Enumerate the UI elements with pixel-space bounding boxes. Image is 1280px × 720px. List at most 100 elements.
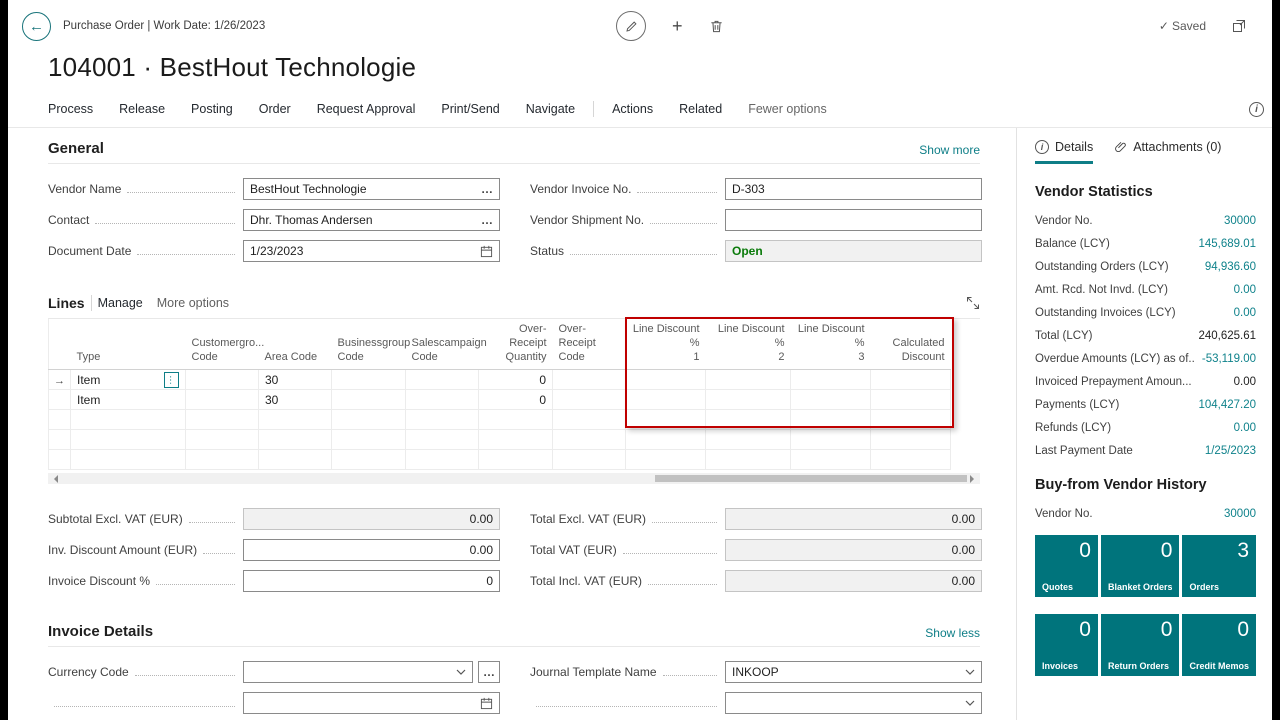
cell-calculated-discount[interactable] <box>870 389 951 411</box>
col-calculated-discount[interactable]: Calculated Discount <box>870 319 951 371</box>
row-menu-button[interactable]: … <box>164 371 179 388</box>
row-selector[interactable] <box>48 389 71 411</box>
cell-businessgroup[interactable] <box>331 389 406 411</box>
cell-salescampaign[interactable] <box>405 389 479 411</box>
stat-value-link[interactable]: -53,119.00 <box>1202 353 1256 365</box>
stat-value-link[interactable]: 30000 <box>1224 215 1256 227</box>
col-businessgroup-code[interactable]: Businessgroup Code <box>331 319 410 371</box>
history-vendor-no-link[interactable]: 30000 <box>1224 508 1256 520</box>
vendor-name-input[interactable]: BestHout Technologie … <box>243 178 500 200</box>
document-date-input[interactable]: 1/23/2023 <box>243 240 500 262</box>
tab-attachments[interactable]: Attachments (0) <box>1115 140 1221 164</box>
cell-over-receipt-code[interactable] <box>552 369 626 391</box>
col-line-discount-2[interactable]: Line Discount % 2 <box>705 319 791 371</box>
menu-request-approval[interactable]: Request Approval <box>317 102 416 116</box>
lines-horizontal-scrollbar[interactable] <box>48 473 980 485</box>
cell-over-receipt-qty[interactable]: 0 <box>478 369 553 391</box>
cell-customergroup[interactable] <box>185 369 259 391</box>
col-over-receipt-quantity[interactable]: Over-Receipt Quantity <box>478 319 553 371</box>
cell-salescampaign[interactable] <box>405 369 479 391</box>
menu-release[interactable]: Release <box>119 102 165 116</box>
cell-over-receipt-qty[interactable]: 0 <box>478 389 553 411</box>
scroll-left-arrow[interactable] <box>50 475 58 484</box>
col-salescampaign-code[interactable]: Salescampaign Code <box>405 319 487 371</box>
cell-line-discount-3[interactable] <box>790 369 871 391</box>
assist-edit-button[interactable]: … <box>475 213 493 227</box>
partial-select-input[interactable] <box>725 692 982 715</box>
select-column-header[interactable] <box>48 319 71 371</box>
lines-menu-more-options[interactable]: More options <box>157 296 229 310</box>
cell-calculated-discount[interactable] <box>870 369 951 391</box>
stat-value-link[interactable]: 145,689.01 <box>1198 238 1256 250</box>
back-button[interactable]: ← <box>22 11 51 41</box>
menu-related[interactable]: Related <box>679 102 722 116</box>
menu-navigate[interactable]: Navigate <box>526 102 575 116</box>
menu-print-send[interactable]: Print/Send <box>441 102 499 116</box>
stat-value-link[interactable]: 94,936.60 <box>1205 261 1256 273</box>
show-more-link[interactable]: Show more <box>919 143 980 157</box>
cell-line-discount-2[interactable] <box>705 389 791 411</box>
popout-icon[interactable] <box>1232 19 1246 33</box>
info-icon[interactable]: i <box>1249 101 1264 117</box>
journal-template-select[interactable]: INKOOP <box>725 661 982 684</box>
stat-value-link[interactable]: 1/25/2023 <box>1205 445 1256 457</box>
cell-area-code[interactable]: 30 <box>258 369 332 391</box>
col-type[interactable]: Type <box>70 319 186 371</box>
menu-fewer-options[interactable]: Fewer options <box>748 102 827 116</box>
menu-process[interactable]: Process <box>48 102 93 116</box>
cell-line-discount-1[interactable] <box>625 369 706 391</box>
lines-menu-manage[interactable]: Manage <box>98 296 143 310</box>
vendor-shipment-no-input[interactable] <box>725 209 982 231</box>
cell-line-discount-3[interactable] <box>790 389 871 411</box>
new-button[interactable]: + <box>672 16 683 37</box>
stat-value-link[interactable]: 0.00 <box>1234 307 1256 319</box>
expand-lines-icon[interactable] <box>966 296 980 310</box>
col-customergroup-code[interactable]: Customergro... Code <box>185 319 264 371</box>
col-over-receipt-code[interactable]: Over-Receipt Code <box>552 319 626 371</box>
assist-edit-button[interactable]: … <box>475 182 493 196</box>
cell-type[interactable]: Item <box>70 389 186 411</box>
contact-input[interactable]: Dhr. Thomas Andersen … <box>243 209 500 231</box>
col-area-code[interactable]: Area Code <box>258 319 332 371</box>
scroll-right-arrow[interactable] <box>970 475 978 484</box>
menu-divider <box>593 101 595 117</box>
cue-tile-credit-memos[interactable]: 0 Credit Memos <box>1182 614 1256 676</box>
delete-button[interactable] <box>709 19 724 34</box>
row-selector[interactable]: → <box>48 369 71 391</box>
cell-line-discount-2[interactable] <box>705 369 791 391</box>
currency-assist-button[interactable]: … <box>478 661 500 684</box>
menu-order[interactable]: Order <box>259 102 291 116</box>
cell-over-receipt-code[interactable] <box>552 389 626 411</box>
calendar-icon[interactable] <box>480 245 493 258</box>
col-line-discount-3[interactable]: Line Discount % 3 <box>790 319 871 371</box>
cue-tile-return-orders[interactable]: 0 Return Orders <box>1100 614 1180 676</box>
calendar-icon[interactable] <box>480 697 493 710</box>
cell-businessgroup[interactable] <box>331 369 406 391</box>
vendor-invoice-no-input[interactable]: D-303 <box>725 178 982 200</box>
total-incl-vat-label: Total Incl. VAT (EUR) <box>530 574 643 589</box>
invoice-discount-pct-input[interactable]: 0 <box>243 570 500 593</box>
line-row-empty <box>48 409 951 431</box>
partial-date-input[interactable] <box>243 692 500 715</box>
tab-details[interactable]: i Details <box>1035 140 1094 164</box>
back-arrow-icon: ← <box>29 17 44 35</box>
cue-tile-invoices[interactable]: 0 Invoices <box>1035 614 1098 676</box>
menu-actions[interactable]: Actions <box>612 102 653 116</box>
menu-posting[interactable]: Posting <box>191 102 233 116</box>
stat-value-link[interactable]: 0.00 <box>1234 422 1256 434</box>
cell-area-code[interactable]: 30 <box>258 389 332 411</box>
cell-line-discount-1[interactable] <box>625 389 706 411</box>
inv-discount-amount-input[interactable]: 0.00 <box>243 539 500 562</box>
scrollbar-thumb[interactable] <box>655 475 967 483</box>
stat-value-link[interactable]: 104,427.20 <box>1198 399 1256 411</box>
cell-customergroup[interactable] <box>185 389 259 411</box>
stat-value-link[interactable]: 0.00 <box>1234 284 1256 296</box>
currency-code-select[interactable] <box>243 661 473 684</box>
show-less-link[interactable]: Show less <box>925 626 980 640</box>
col-line-discount-1[interactable]: Line Discount % 1 <box>625 319 706 371</box>
cue-tile-blanket-orders[interactable]: 0 Blanket Orders <box>1100 535 1180 597</box>
cue-tile-quotes[interactable]: 0 Quotes <box>1035 535 1098 597</box>
edit-button[interactable] <box>616 11 646 41</box>
cell-type[interactable]: Item … <box>70 369 186 391</box>
cue-tile-orders[interactable]: 3 Orders <box>1182 535 1256 597</box>
